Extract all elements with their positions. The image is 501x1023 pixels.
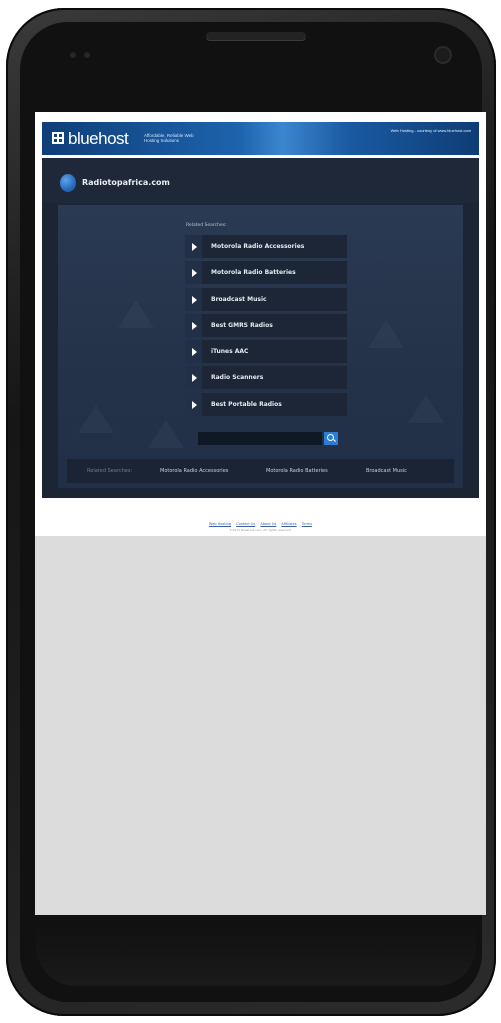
phone-screen: bluehost Affordable, Reliable Web Hostin… bbox=[35, 112, 486, 915]
related-search-link[interactable]: Broadcast Music bbox=[211, 296, 267, 303]
footer-link[interactable]: About Us bbox=[260, 522, 276, 526]
proximity-sensor-icon bbox=[70, 52, 76, 58]
related-search-link[interactable]: Motorola Radio Accessories bbox=[211, 243, 304, 250]
arrow-right-icon bbox=[185, 313, 202, 337]
bluehost-logo-icon bbox=[52, 132, 64, 144]
bar-link[interactable]: Broadcast Music bbox=[366, 468, 407, 474]
footer-links: Web Hosting Contact Us About Us Affiliat… bbox=[35, 522, 486, 526]
footer-link[interactable]: Web Hosting bbox=[209, 522, 231, 526]
footer-link[interactable]: Affiliates bbox=[281, 522, 296, 526]
related-search-item[interactable]: iTunes AAC bbox=[185, 340, 347, 364]
arrow-right-icon bbox=[185, 287, 202, 311]
arrow-right-icon bbox=[185, 392, 202, 416]
bezel-shine bbox=[36, 926, 476, 986]
related-search-link[interactable]: Radio Scanners bbox=[211, 374, 263, 381]
light-sensor-icon bbox=[84, 52, 90, 58]
bar-link[interactable]: Motorola Radio Accessories bbox=[160, 468, 228, 474]
related-searches-area: Related Searches: Motorola Radio Accesso… bbox=[58, 205, 463, 488]
footer-link[interactable]: Terms bbox=[302, 522, 312, 526]
related-search-link[interactable]: iTunes AAC bbox=[211, 348, 248, 355]
arrow-right-icon bbox=[185, 235, 202, 258]
related-search-item[interactable]: Motorola Radio Batteries bbox=[185, 261, 347, 285]
bar-label: Related Searches: bbox=[87, 468, 133, 474]
bluehost-banner[interactable]: bluehost Affordable, Reliable Web Hostin… bbox=[42, 122, 479, 155]
banner-tagline: Affordable, Reliable Web Hosting Solutio… bbox=[144, 133, 194, 143]
related-search-item[interactable]: Best Portable Radios bbox=[185, 392, 347, 416]
front-camera-icon bbox=[436, 48, 450, 62]
related-search-link[interactable]: Motorola Radio Batteries bbox=[211, 269, 296, 276]
footer-copyright: ©2013 Bluehost.com. All rights reserved. bbox=[229, 528, 292, 532]
bluehost-logo-text: bluehost bbox=[68, 129, 129, 148]
related-search-link[interactable]: Best GMRS Radios bbox=[211, 322, 273, 329]
arrow-right-icon bbox=[185, 340, 202, 364]
related-search-item[interactable]: Broadcast Music bbox=[185, 287, 347, 311]
background-triangle bbox=[368, 320, 404, 348]
related-search-item[interactable]: Best GMRS Radios bbox=[185, 313, 347, 337]
background-triangle bbox=[78, 405, 114, 433]
related-searches-bar: Related Searches: Motorola Radio Accesso… bbox=[67, 459, 454, 483]
related-searches-list: Motorola Radio Accessories Motorola Radi… bbox=[185, 235, 347, 419]
background-triangle bbox=[408, 395, 444, 423]
domain-header: Radiotopafrica.com bbox=[42, 158, 479, 203]
parked-domain-panel: Radiotopafrica.com Related Searches: Mot… bbox=[42, 158, 479, 498]
bar-link[interactable]: Motorola Radio Batteries bbox=[266, 468, 328, 474]
arrow-right-icon bbox=[185, 261, 202, 285]
related-searches-label: Related Searches: bbox=[186, 223, 227, 228]
related-search-item[interactable]: Motorola Radio Accessories bbox=[185, 235, 347, 258]
earpiece-speaker bbox=[206, 32, 306, 40]
banner-courtesy-text: Web Hosting - courtesy of www.bluehost.c… bbox=[390, 128, 471, 133]
background-triangle bbox=[118, 300, 154, 328]
globe-icon bbox=[60, 174, 76, 192]
domain-title: Radiotopafrica.com bbox=[82, 178, 170, 187]
footer-link[interactable]: Contact Us bbox=[236, 522, 255, 526]
related-search-item[interactable]: Radio Scanners bbox=[185, 366, 347, 390]
web-page: bluehost Affordable, Reliable Web Hostin… bbox=[35, 112, 486, 536]
search-input[interactable] bbox=[198, 432, 322, 445]
related-search-link[interactable]: Best Portable Radios bbox=[211, 401, 282, 408]
background-triangle bbox=[148, 420, 184, 448]
arrow-right-icon bbox=[185, 366, 202, 390]
search-icon[interactable] bbox=[324, 432, 338, 445]
